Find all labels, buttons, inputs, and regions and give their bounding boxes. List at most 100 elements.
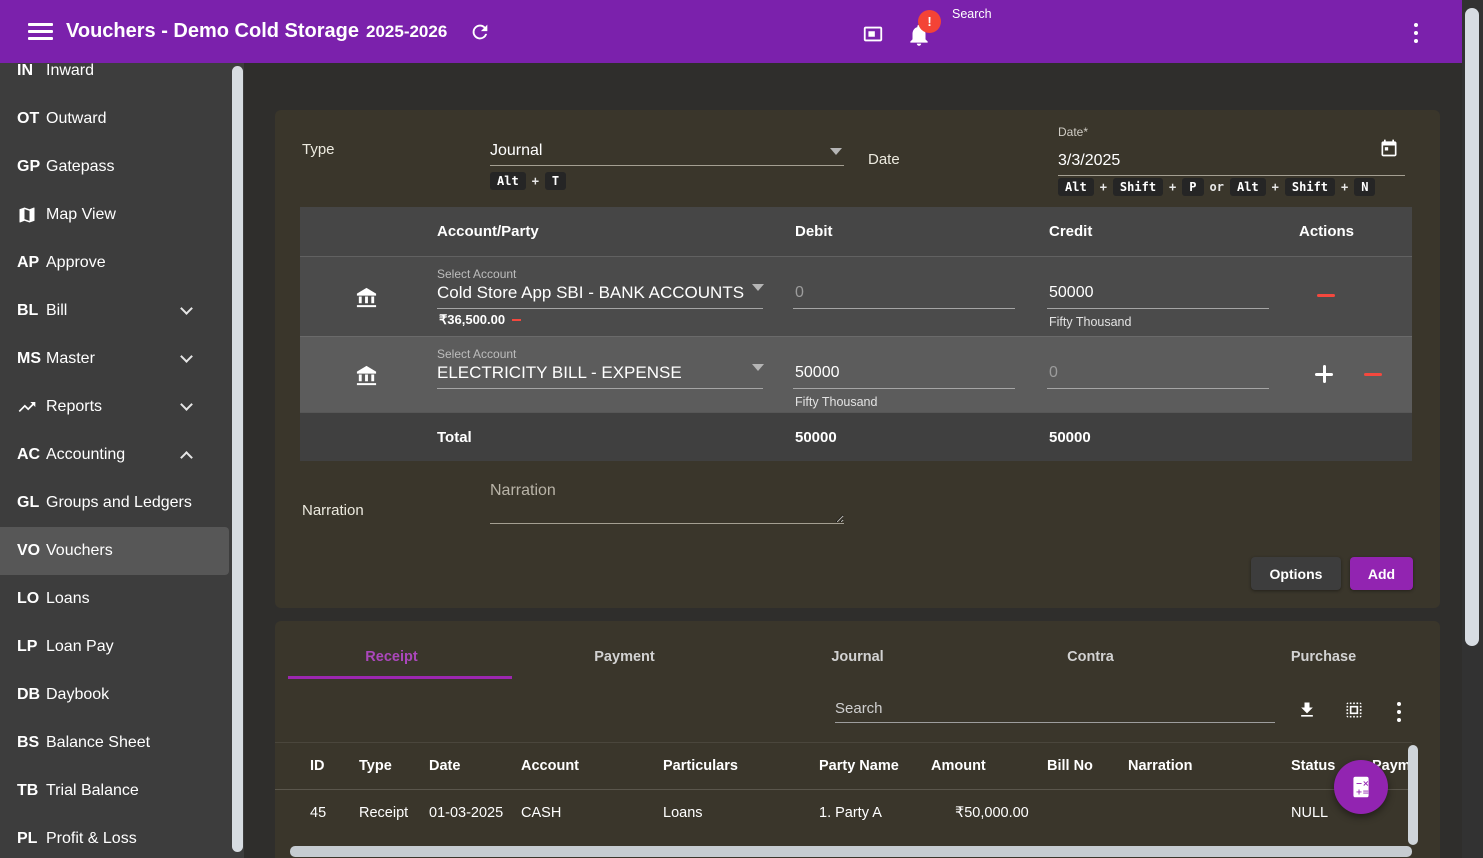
add-button[interactable]: Add <box>1350 557 1413 590</box>
narration-label: Narration <box>302 502 364 519</box>
tab-receipt[interactable]: Receipt <box>275 635 508 679</box>
sidebar-scrollbar[interactable] <box>232 66 243 852</box>
calendar-icon[interactable] <box>1379 138 1399 158</box>
narration-textarea[interactable] <box>490 482 844 524</box>
debit-input[interactable]: 50000 <box>795 364 840 382</box>
tab-payment[interactable]: Payment <box>508 635 741 679</box>
credit-header: Credit <box>1049 223 1092 240</box>
sidebar-item-approve[interactable]: AP Approve <box>0 239 229 287</box>
dropdown-caret-icon <box>752 284 764 291</box>
credit-underline <box>1047 308 1269 309</box>
sidebar-item-balance-sheet[interactable]: BS Balance Sheet <box>0 719 229 767</box>
sidebar-item-bill[interactable]: BL Bill <box>0 287 229 335</box>
more-options-icon[interactable] <box>1414 23 1418 47</box>
total-label: Total <box>437 429 472 446</box>
sidebar-item-loan-pay[interactable]: LP Loan Pay <box>0 623 229 671</box>
negative-indicator-icon <box>512 319 521 321</box>
options-button[interactable]: Options <box>1251 557 1341 590</box>
table-more-options-icon[interactable] <box>1397 702 1401 726</box>
sidebar-item-vouchers[interactable]: VO Vouchers <box>0 527 229 575</box>
debit-underline <box>793 308 1015 309</box>
sidebar-item-trial-balance[interactable]: TB Trial Balance <box>0 767 229 815</box>
tab-journal[interactable]: Journal <box>741 635 974 679</box>
select-all-icon[interactable] <box>1344 700 1364 720</box>
date-shortcut-hint: Alt + Shift + P or Alt + Shift + N <box>1058 178 1375 196</box>
totals-row: Total 50000 50000 <box>300 412 1412 461</box>
page-scrollbar-track <box>1462 0 1483 858</box>
journal-entries-table: Account/Party Debit Credit Actions Selec… <box>300 207 1412 461</box>
sidebar-item-accounting[interactable]: AC Accounting <box>0 431 229 479</box>
account-party-header: Account/Party <box>437 223 539 240</box>
sidebar-item-daybook[interactable]: DB Daybook <box>0 671 229 719</box>
cell-party-name: 1. Party A <box>819 805 882 821</box>
sidebar-item-master[interactable]: MS Master <box>0 335 229 383</box>
entry-row: Select Account Cold Store App SBI - BANK… <box>300 256 1412 336</box>
date-header: Date <box>429 758 460 774</box>
active-tab-indicator <box>288 676 512 679</box>
account-balance: ₹36,500.00 <box>439 312 521 328</box>
search-label[interactable]: Search <box>952 7 992 21</box>
amount-header: Amount <box>931 758 986 774</box>
voucher-search-input[interactable] <box>835 695 1275 723</box>
voucher-table-row[interactable]: 45 Receipt 01-03-2025 CASH Loans 1. Part… <box>275 790 1412 846</box>
total-debit: 50000 <box>795 429 837 446</box>
menu-icon[interactable] <box>28 23 53 40</box>
trending-up-icon <box>17 397 46 417</box>
voucher-type-select[interactable]: Journal <box>490 142 542 160</box>
notification-badge: ! <box>918 10 941 33</box>
party-name-header: Party Name <box>819 758 899 774</box>
dropdown-caret-icon <box>830 148 842 155</box>
select-account-label: Select Account <box>437 267 516 281</box>
type-shortcut-hint: Alt + T <box>490 172 566 190</box>
svg-text:+=: += <box>1356 787 1370 797</box>
cell-amount: ₹50,000.00 <box>955 805 1029 821</box>
remove-row-icon[interactable] <box>1364 373 1382 376</box>
account-select[interactable]: ELECTRICITY BILL - EXPENSE <box>437 363 752 383</box>
app-bar: Vouchers - Demo Cold Storage 2025-2026 !… <box>0 0 1462 63</box>
chevron-down-icon <box>180 350 193 363</box>
sidebar-item-groups-and-ledgers[interactable]: GL Groups and Ledgers <box>0 479 229 527</box>
table-horizontal-scrollbar[interactable] <box>290 846 1412 857</box>
voucher-list-card: Receipt Payment Journal Contra Purchase … <box>275 621 1440 858</box>
dropdown-caret-icon <box>752 364 764 371</box>
remove-row-icon[interactable] <box>1317 294 1335 297</box>
cell-status: NULL <box>1291 805 1328 821</box>
refresh-icon[interactable] <box>469 21 491 43</box>
account-underline <box>437 308 763 309</box>
credit-input[interactable]: 50000 <box>1049 284 1094 302</box>
table-vertical-scrollbar[interactable] <box>1408 745 1418 845</box>
tab-purchase[interactable]: Purchase <box>1207 635 1440 679</box>
vouchers-table: ID Type Date Account Particulars Party N… <box>275 742 1412 858</box>
account-select[interactable]: Cold Store App SBI - BANK ACCOUNTS <box>437 283 752 303</box>
credit-amount-words: Fifty Thousand <box>1049 315 1131 329</box>
sidebar-item-profit-and-loss[interactable]: PL Profit & Loss <box>0 815 229 858</box>
id-header: ID <box>310 758 325 774</box>
sidebar-item-outward[interactable]: OT Outward <box>0 95 229 143</box>
account-header: Account <box>521 758 579 774</box>
sidebar-item-gatepass[interactable]: GP Gatepass <box>0 143 229 191</box>
pip-window-icon[interactable] <box>862 23 884 45</box>
entry-row-active: Select Account ELECTRICITY BILL - EXPENS… <box>300 336 1412 412</box>
voucher-form-card: Type Journal Alt + T Date Date* 3/3/2025… <box>275 110 1440 608</box>
add-row-icon[interactable] <box>1315 365 1333 383</box>
debit-header: Debit <box>795 223 833 240</box>
debit-input[interactable]: 0 <box>795 284 804 302</box>
page-scrollbar-thumb[interactable] <box>1465 8 1479 646</box>
sidebar-item-map-view[interactable]: Map View <box>0 191 229 239</box>
cell-account: CASH <box>521 805 561 821</box>
date-input-underline <box>1058 175 1405 176</box>
credit-input[interactable]: 0 <box>1049 364 1058 382</box>
date-input[interactable]: 3/3/2025 <box>1058 152 1120 170</box>
download-icon[interactable] <box>1297 700 1317 720</box>
bill-no-header: Bill No <box>1047 758 1093 774</box>
bank-icon <box>355 364 378 387</box>
fiscal-year-selector[interactable]: 2025-2026 <box>366 0 447 63</box>
page-title: Vouchers - Demo Cold Storage <box>66 0 359 63</box>
sidebar-item-loans[interactable]: LO Loans <box>0 575 229 623</box>
map-icon <box>17 205 46 225</box>
tab-contra[interactable]: Contra <box>974 635 1207 679</box>
sidebar-item-reports[interactable]: Reports <box>0 383 229 431</box>
calculator-fab-button[interactable]: −× += <box>1334 760 1388 814</box>
actions-header: Actions <box>1299 223 1354 240</box>
entries-table-header: Account/Party Debit Credit Actions <box>300 207 1412 256</box>
